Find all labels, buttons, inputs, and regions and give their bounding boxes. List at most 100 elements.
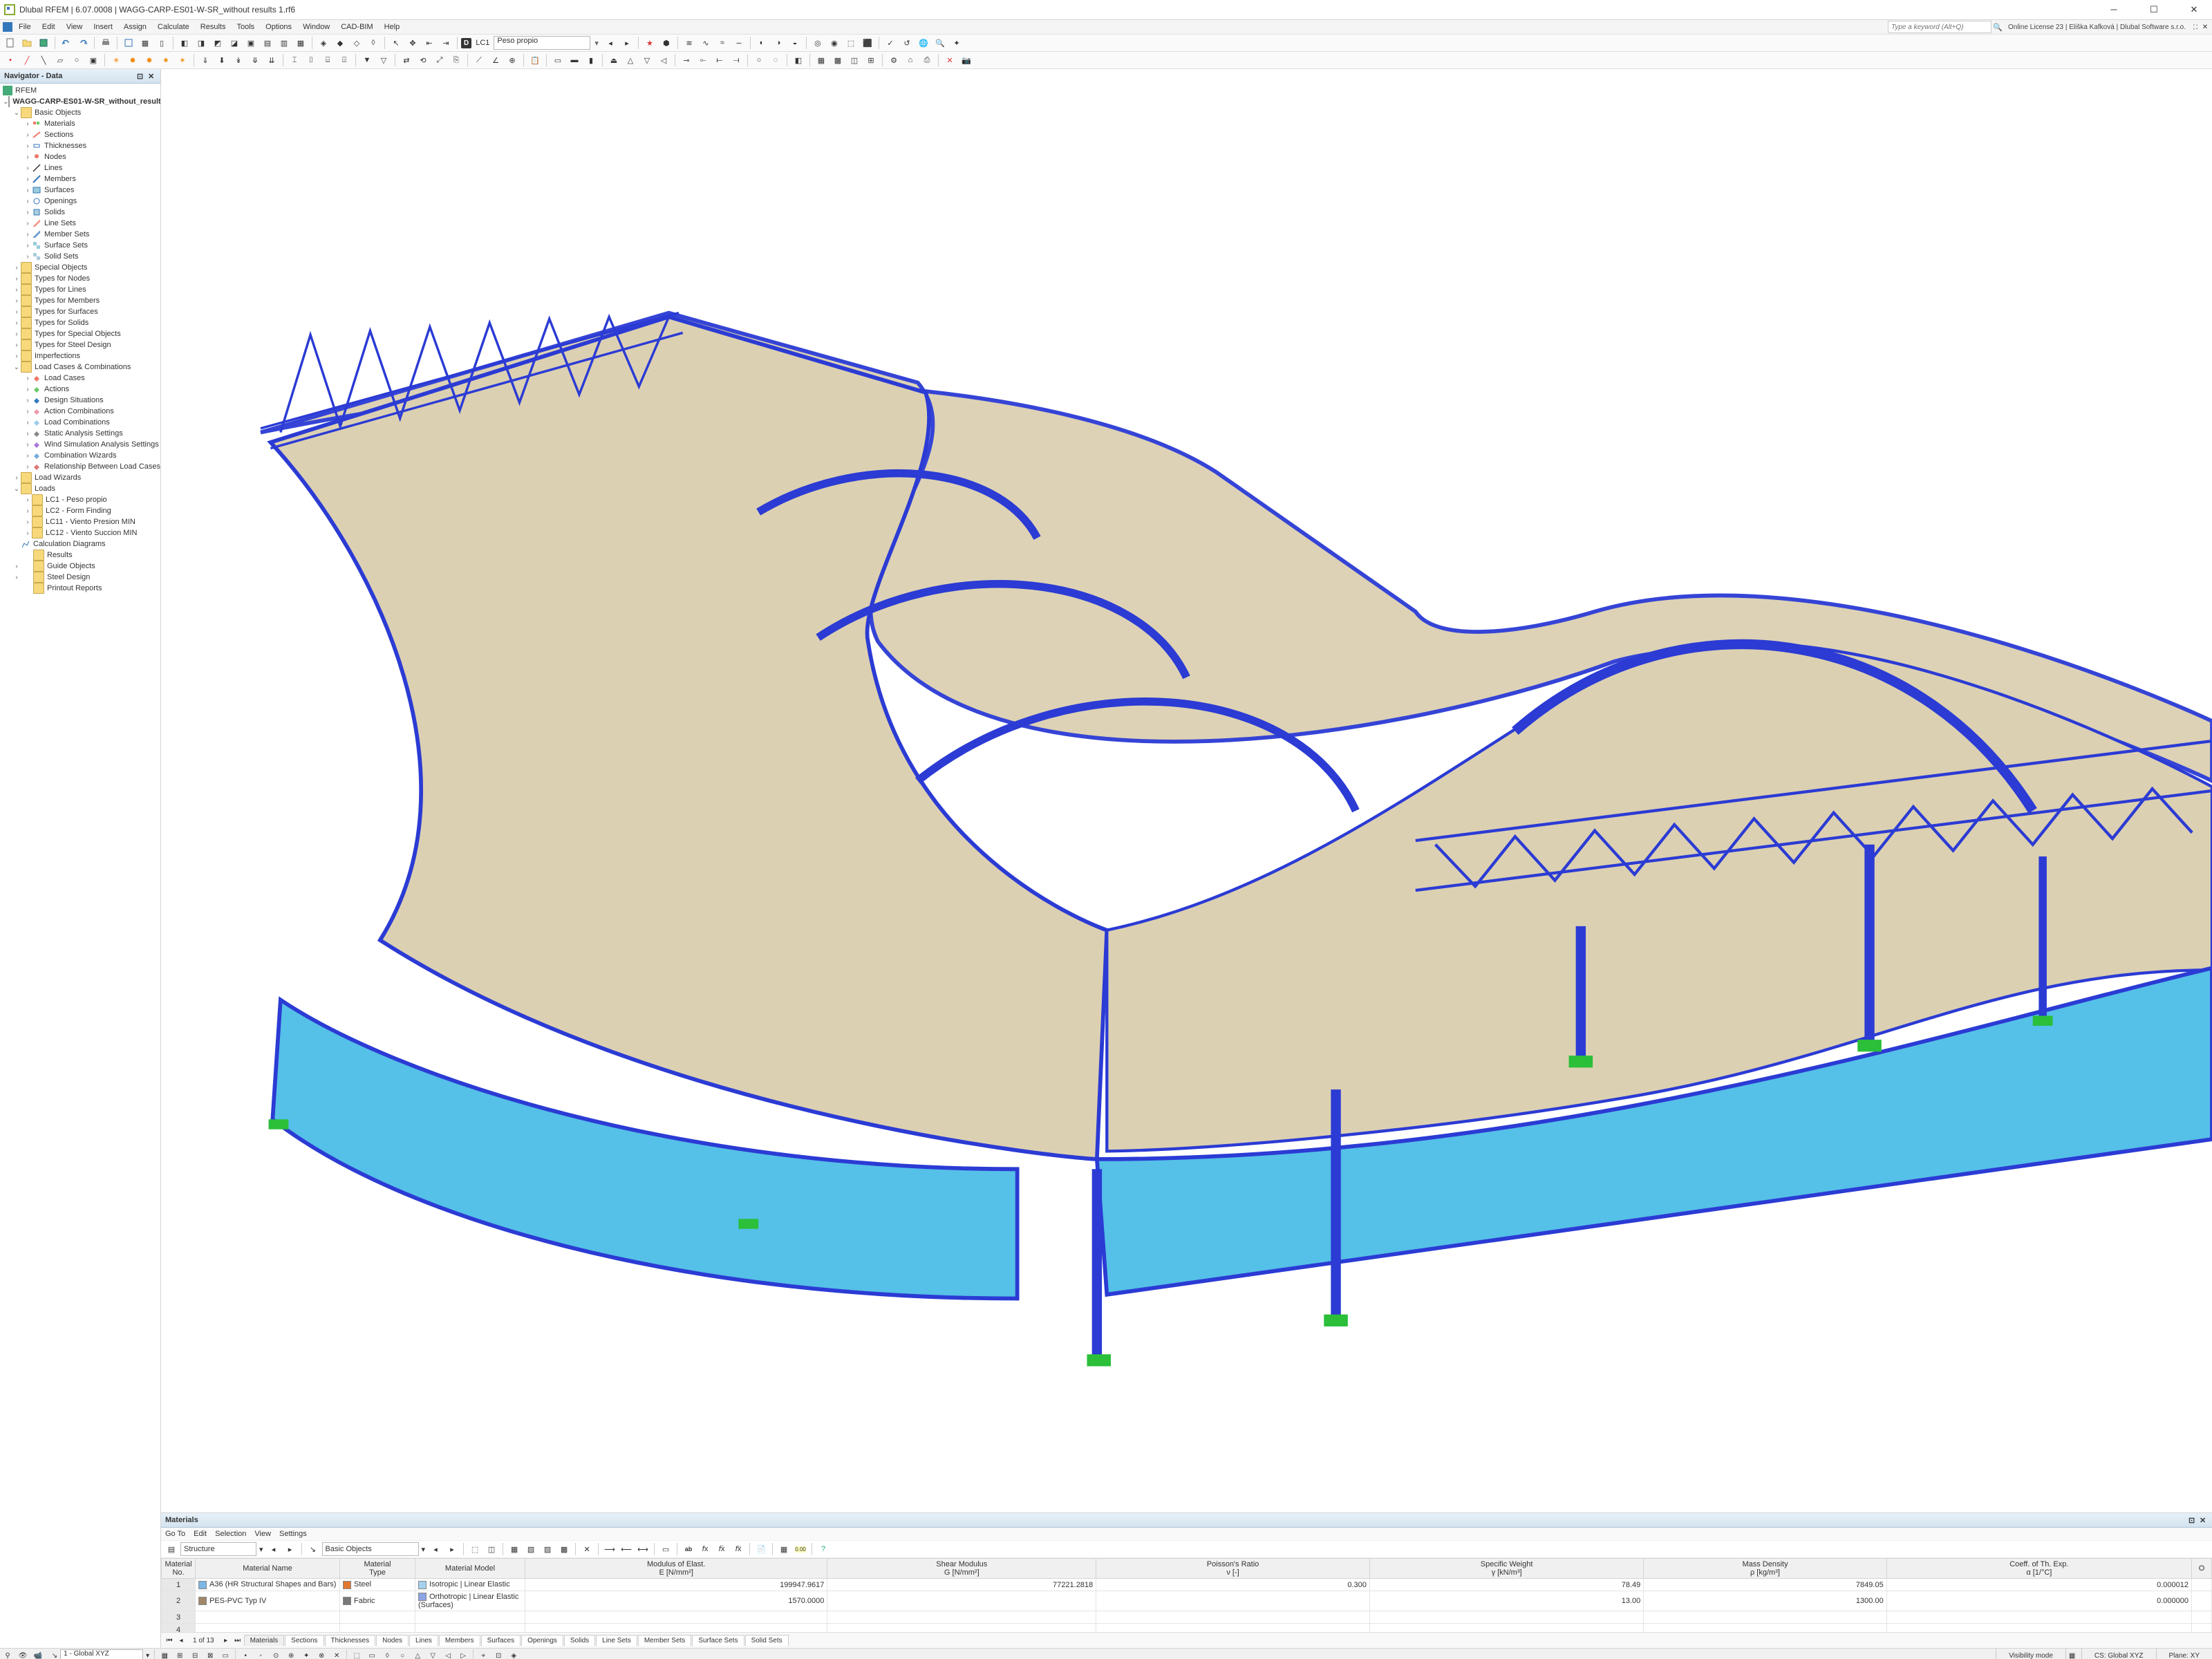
sun5-icon[interactable]: ✶ — [175, 53, 190, 68]
table-tab[interactable]: Solid Sets — [745, 1635, 789, 1646]
view-y-icon[interactable]: ◩ — [210, 35, 225, 50]
col-e[interactable]: Modulus of Elast.E [N/mm²] — [525, 1559, 827, 1579]
table-tab[interactable]: Openings — [521, 1635, 563, 1646]
sb-snap1-icon[interactable]: • — [238, 1648, 253, 1659]
tree-loads[interactable]: ⌄Loads — [0, 483, 160, 494]
star-icon[interactable]: ✦ — [949, 35, 964, 50]
select-icon[interactable]: ↖ — [388, 35, 404, 50]
save-icon[interactable] — [36, 35, 51, 50]
load-e-icon[interactable]: ⇊ — [264, 53, 279, 68]
mat-prev-icon[interactable]: ◂ — [266, 1541, 281, 1557]
col-name[interactable]: Material Name — [196, 1559, 340, 1579]
materials-close-icon[interactable]: ✕ — [2200, 1516, 2208, 1524]
status-plane[interactable]: Plane: XY — [2156, 1649, 2212, 1659]
ortho-icon[interactable] — [121, 35, 136, 50]
tree-item[interactable]: ›Relationship Between Load Cases — [0, 461, 160, 472]
materials-table[interactable]: MaterialNo. Material Name MaterialType M… — [161, 1558, 2212, 1632]
new-file-icon[interactable] — [3, 35, 18, 50]
col-model[interactable]: Material Model — [415, 1559, 525, 1579]
table-tab[interactable]: Surfaces — [481, 1635, 521, 1646]
tree-item[interactable]: ›Load Cases — [0, 373, 160, 384]
mat-menu-edit[interactable]: Edit — [194, 1530, 207, 1538]
panel-close-icon[interactable]: ✕ — [2201, 24, 2209, 31]
sup-d-icon[interactable]: ◁ — [656, 53, 671, 68]
model-d-icon[interactable]: ⬛ — [860, 35, 875, 50]
tree-item[interactable]: ›Solids — [0, 207, 160, 218]
mat-structure-select[interactable]: Structure — [180, 1542, 256, 1556]
model-b-icon[interactable]: ◉ — [827, 35, 842, 50]
sb-snap2-icon[interactable]: ◦ — [253, 1648, 268, 1659]
reset-icon[interactable]: ↺ — [899, 35, 915, 50]
nav-first-icon[interactable]: ⏮ — [164, 1637, 175, 1644]
align-left-icon[interactable]: ⇤ — [422, 35, 437, 50]
sb-t3-icon[interactable]: ◊ — [379, 1648, 395, 1659]
tree-root[interactable]: RFEM — [0, 85, 160, 96]
surface-icon[interactable]: ▱ — [53, 53, 68, 68]
nav-last-icon[interactable]: ⏭ — [232, 1637, 243, 1644]
tree-item[interactable]: ›Openings — [0, 196, 160, 207]
tree-item[interactable]: ›Actions — [0, 384, 160, 395]
display-solid-icon[interactable]: ◆ — [332, 35, 348, 50]
minimize-button[interactable]: ─ — [2100, 4, 2128, 15]
sb-snap5-icon[interactable]: ✦ — [299, 1648, 314, 1659]
tree-item[interactable]: ›Members — [0, 174, 160, 185]
edit-b-icon[interactable]: ⌷ — [303, 53, 319, 68]
table-row[interactable]: 2PES-PVC Typ IVFabricOrthotropic | Linea… — [162, 1591, 2212, 1611]
line-icon[interactable]: ╱ — [19, 53, 35, 68]
tree-item[interactable]: ›Static Analysis Settings — [0, 428, 160, 439]
check-icon[interactable]: ✓ — [883, 35, 898, 50]
mat-sel2-icon[interactable]: ◫ — [484, 1541, 499, 1557]
mat-grid2-icon[interactable]: ▧ — [523, 1541, 538, 1557]
mat-ab-icon[interactable]: ab — [681, 1541, 696, 1557]
tree-item[interactable]: ›Types for Nodes — [0, 273, 160, 284]
sb-o2-icon[interactable]: ⊡ — [491, 1648, 506, 1659]
table-tab[interactable]: Thicknesses — [325, 1635, 376, 1646]
menu-calculate[interactable]: Calculate — [153, 21, 194, 32]
lc-next-icon[interactable]: ▸ — [619, 35, 635, 50]
tree-item[interactable]: ›Sections — [0, 129, 160, 140]
view-fit-icon[interactable]: ▦ — [293, 35, 308, 50]
load-c-icon[interactable]: ↡ — [231, 53, 246, 68]
sb-o1-icon[interactable]: ⌖ — [476, 1648, 491, 1659]
rel-b-icon[interactable]: ⟜ — [695, 53, 711, 68]
mirror-icon[interactable]: ⇄ — [399, 53, 414, 68]
tree-item[interactable]: ›Line Sets — [0, 218, 160, 229]
col-no[interactable]: MaterialNo. — [162, 1559, 196, 1579]
status-eye-icon[interactable]: 👁 — [15, 1648, 30, 1659]
hinge-b-icon[interactable]: ◌ — [768, 53, 783, 68]
mat-menu-selection[interactable]: Selection — [215, 1530, 246, 1538]
table-row[interactable]: 1A36 (HR Structural Shapes and Bars)Stee… — [162, 1579, 2212, 1591]
view-x-icon[interactable]: ◨ — [194, 35, 209, 50]
table-tab[interactable]: Nodes — [376, 1635, 409, 1646]
search-icon[interactable]: 🔍 — [1993, 23, 2003, 32]
tree-item[interactable]: ›Steel Design — [0, 572, 160, 583]
sun4-icon[interactable]: ✷ — [158, 53, 174, 68]
table-tab[interactable]: Materials — [244, 1635, 285, 1646]
member-icon[interactable]: ╲ — [36, 53, 51, 68]
grid-icon[interactable]: ▯ — [154, 35, 169, 50]
mat-fx-icon[interactable]: fx — [697, 1541, 713, 1557]
close-button[interactable]: ✕ — [2180, 4, 2208, 15]
model-viewport[interactable] — [161, 69, 2212, 1512]
tool-b-icon[interactable]: ∿ — [698, 35, 713, 50]
status-visibility[interactable]: Visibility mode — [1996, 1649, 2065, 1659]
sb-e-icon[interactable]: ▭ — [218, 1648, 233, 1659]
mat-grid4-icon[interactable]: ▩ — [556, 1541, 572, 1557]
display-wire-icon[interactable]: ◈ — [316, 35, 331, 50]
display-shade-icon[interactable]: ◇ — [349, 35, 364, 50]
align-right-icon[interactable]: ⇥ — [438, 35, 453, 50]
measure-icon[interactable]: ⟋ — [471, 53, 487, 68]
global-cs-select[interactable]: 1 - Global XYZ — [60, 1649, 143, 1659]
sun1-icon[interactable]: ☀ — [109, 53, 124, 68]
table-tab[interactable]: Line Sets — [596, 1635, 637, 1646]
menu-window[interactable]: Window — [298, 21, 335, 32]
undo-icon[interactable] — [59, 35, 74, 50]
view-xz-icon[interactable]: ▤ — [260, 35, 275, 50]
hinge-a-icon[interactable]: ○ — [751, 53, 767, 68]
fullscreen-icon[interactable]: ⛶ — [2191, 24, 2200, 31]
display-trans-icon[interactable]: ◊ — [366, 35, 381, 50]
open-file-icon[interactable] — [19, 35, 35, 50]
mat-help-icon[interactable]: ? — [816, 1541, 831, 1557]
mat-menu-goto[interactable]: Go To — [165, 1530, 185, 1538]
mat-link3-icon[interactable]: ⟷ — [635, 1541, 650, 1557]
